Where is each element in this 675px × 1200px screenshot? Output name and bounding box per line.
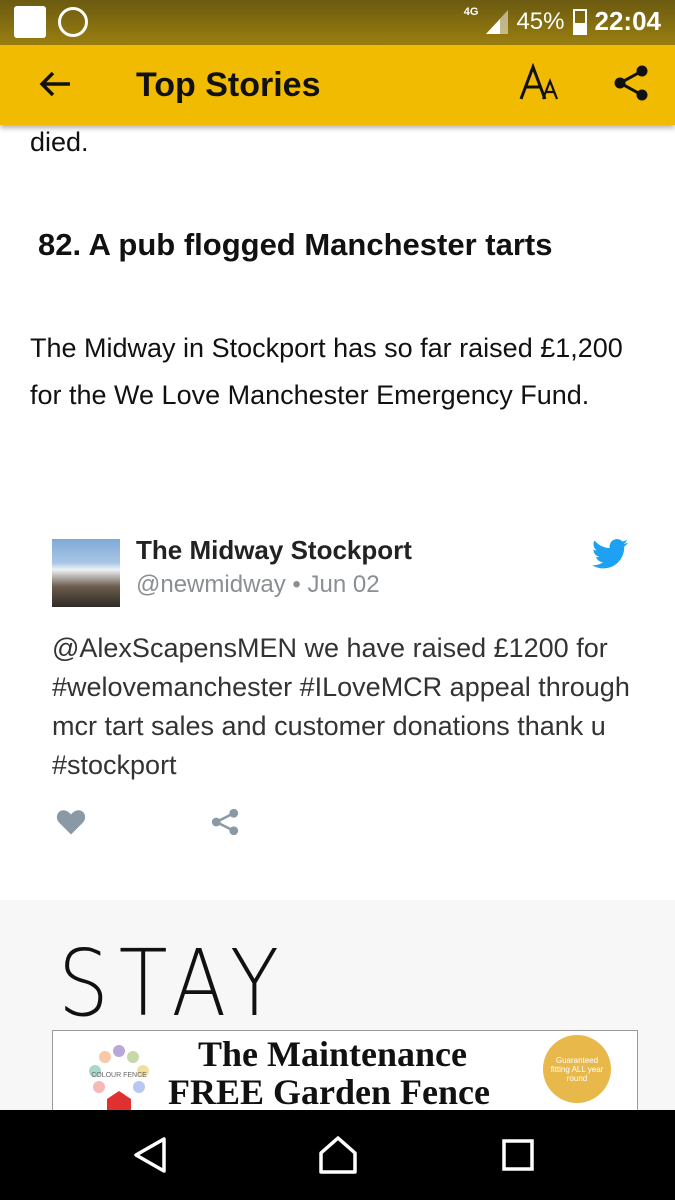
nav-recents-button[interactable]: [488, 1130, 548, 1180]
article-content[interactable]: died. 82. A pub flogged Manchester tarts…: [0, 125, 675, 1110]
signal-icon: [486, 9, 509, 34]
battery-percent: 45%: [516, 7, 565, 35]
tweet-avatar[interactable]: [52, 539, 120, 607]
app-bar: Top Stories: [0, 45, 675, 125]
tweet-share-icon[interactable]: [210, 807, 240, 837]
back-arrow-icon: [39, 71, 70, 97]
font-size-icon: [519, 63, 559, 100]
share-icon: [614, 65, 648, 101]
tweet-date[interactable]: Jun 02: [308, 571, 380, 598]
tweet-handle[interactable]: @newmidway: [136, 571, 286, 598]
ad-headline-2: FREE Garden Fence: [168, 1072, 490, 1110]
nav-home-icon: [319, 1136, 357, 1174]
navigation-bar: [0, 1110, 675, 1200]
nav-home-button[interactable]: [308, 1130, 368, 1180]
article-heading: 82. A pub flogged Manchester tarts: [38, 227, 553, 262]
heart-icon[interactable]: [56, 807, 86, 837]
gallery-notification-icon: [14, 6, 46, 38]
nav-recents-icon: [502, 1139, 534, 1171]
ad-logo-text: COLOUR FENCE: [91, 1072, 147, 1079]
ad-headline-1: The Maintenance: [198, 1034, 467, 1074]
network-type: 4G: [463, 5, 479, 18]
tweet-author-name[interactable]: The Midway Stockport: [136, 535, 412, 566]
whatsapp-notification-icon: [58, 7, 88, 37]
advertisement-banner[interactable]: COLOUR FENCE The Maintenance FREE Garden…: [52, 1030, 638, 1110]
font-size-button[interactable]: [515, 57, 567, 109]
share-button[interactable]: [605, 57, 657, 109]
battery-icon: [572, 8, 587, 35]
page-title: Top Stories: [136, 66, 321, 104]
tweet-text: @AlexScapensMEN we have raised £1200 for…: [52, 633, 630, 780]
article-text-fragment: died.: [30, 127, 89, 157]
tweet-handle-line: @newmidway • Jun 02: [136, 571, 380, 598]
twitter-bird-icon[interactable]: [592, 539, 628, 569]
nav-back-icon: [134, 1137, 166, 1173]
nav-back-button[interactable]: [120, 1130, 180, 1180]
status-bar: 4G 45% 22:04: [0, 0, 675, 45]
article-paragraph: The Midway in Stockport has so far raise…: [30, 333, 623, 410]
colour-fence-logo-icon: COLOUR FENCE: [89, 1045, 149, 1110]
back-button[interactable]: [30, 59, 80, 109]
clock: 22:04: [594, 6, 662, 36]
ad-badge: Guaranteed fitting ALL year round: [543, 1035, 611, 1103]
article-image: STAY STRONG COLOUR FENCE The Maintenance…: [0, 900, 675, 1110]
